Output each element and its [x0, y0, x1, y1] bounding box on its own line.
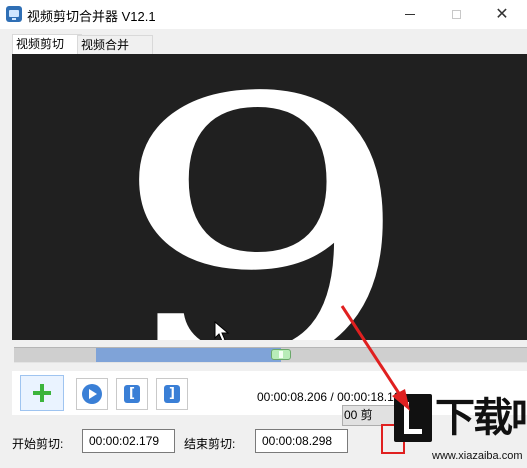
maximize-icon — [451, 10, 461, 19]
time-separator: / — [327, 390, 338, 404]
play-button[interactable] — [76, 378, 108, 410]
plus-icon — [33, 384, 51, 402]
mark-end-button[interactable]: ] — [156, 378, 188, 410]
mark-start-button[interactable]: [ — [116, 378, 148, 410]
minimize-icon — [405, 14, 415, 15]
minimize-button[interactable] — [387, 0, 433, 29]
tab-video-cut[interactable]: 视频剪切 — [12, 34, 82, 56]
current-time: 00:00:08.206 — [257, 390, 328, 404]
watermark-logo-icon — [394, 394, 432, 442]
app-window: 视频剪切合并器 V12.1 ✕ 视频剪切 视频合并 9 [] 00:00:08… — [0, 0, 527, 468]
end-cut-label: 结束剪切: — [184, 437, 236, 451]
window-title: 视频剪切合并器 V12.1 — [27, 9, 156, 24]
play-icon — [82, 384, 102, 404]
start-cut-label: 开始剪切: — [12, 437, 64, 451]
video-frame: 9 — [109, 54, 415, 340]
time-display: 00:00:08.206 / 00:00:18.199 — [257, 390, 407, 404]
close-button[interactable]: ✕ — [479, 0, 525, 29]
bracket-close-icon: ] — [164, 385, 180, 403]
app-icon — [6, 6, 22, 22]
video-preview[interactable]: 9 — [12, 54, 527, 340]
seek-bar-played — [96, 348, 281, 362]
start-cut-input[interactable]: 00:00:02.179 — [82, 429, 175, 453]
add-button[interactable] — [20, 375, 64, 411]
frame-glyph: 9 — [109, 54, 415, 340]
tab-video-merge[interactable]: 视频合并 — [77, 35, 153, 55]
title-bar: 视频剪切合并器 V12.1 ✕ — [0, 0, 527, 29]
watermark-url: www.xiazaiba.com — [432, 450, 523, 462]
seek-bar-thumb[interactable] — [270, 349, 291, 360]
seek-bar[interactable] — [14, 347, 527, 363]
watermark: 下载吧 www.xiazaiba.com — [390, 388, 527, 468]
watermark-brand: 下载吧 — [435, 395, 527, 441]
bracket-open-icon: [ — [124, 385, 140, 403]
end-cut-input[interactable]: 00:00:08.298 — [255, 429, 348, 453]
close-icon: ✕ — [495, 5, 509, 23]
maximize-button[interactable] — [433, 0, 479, 29]
